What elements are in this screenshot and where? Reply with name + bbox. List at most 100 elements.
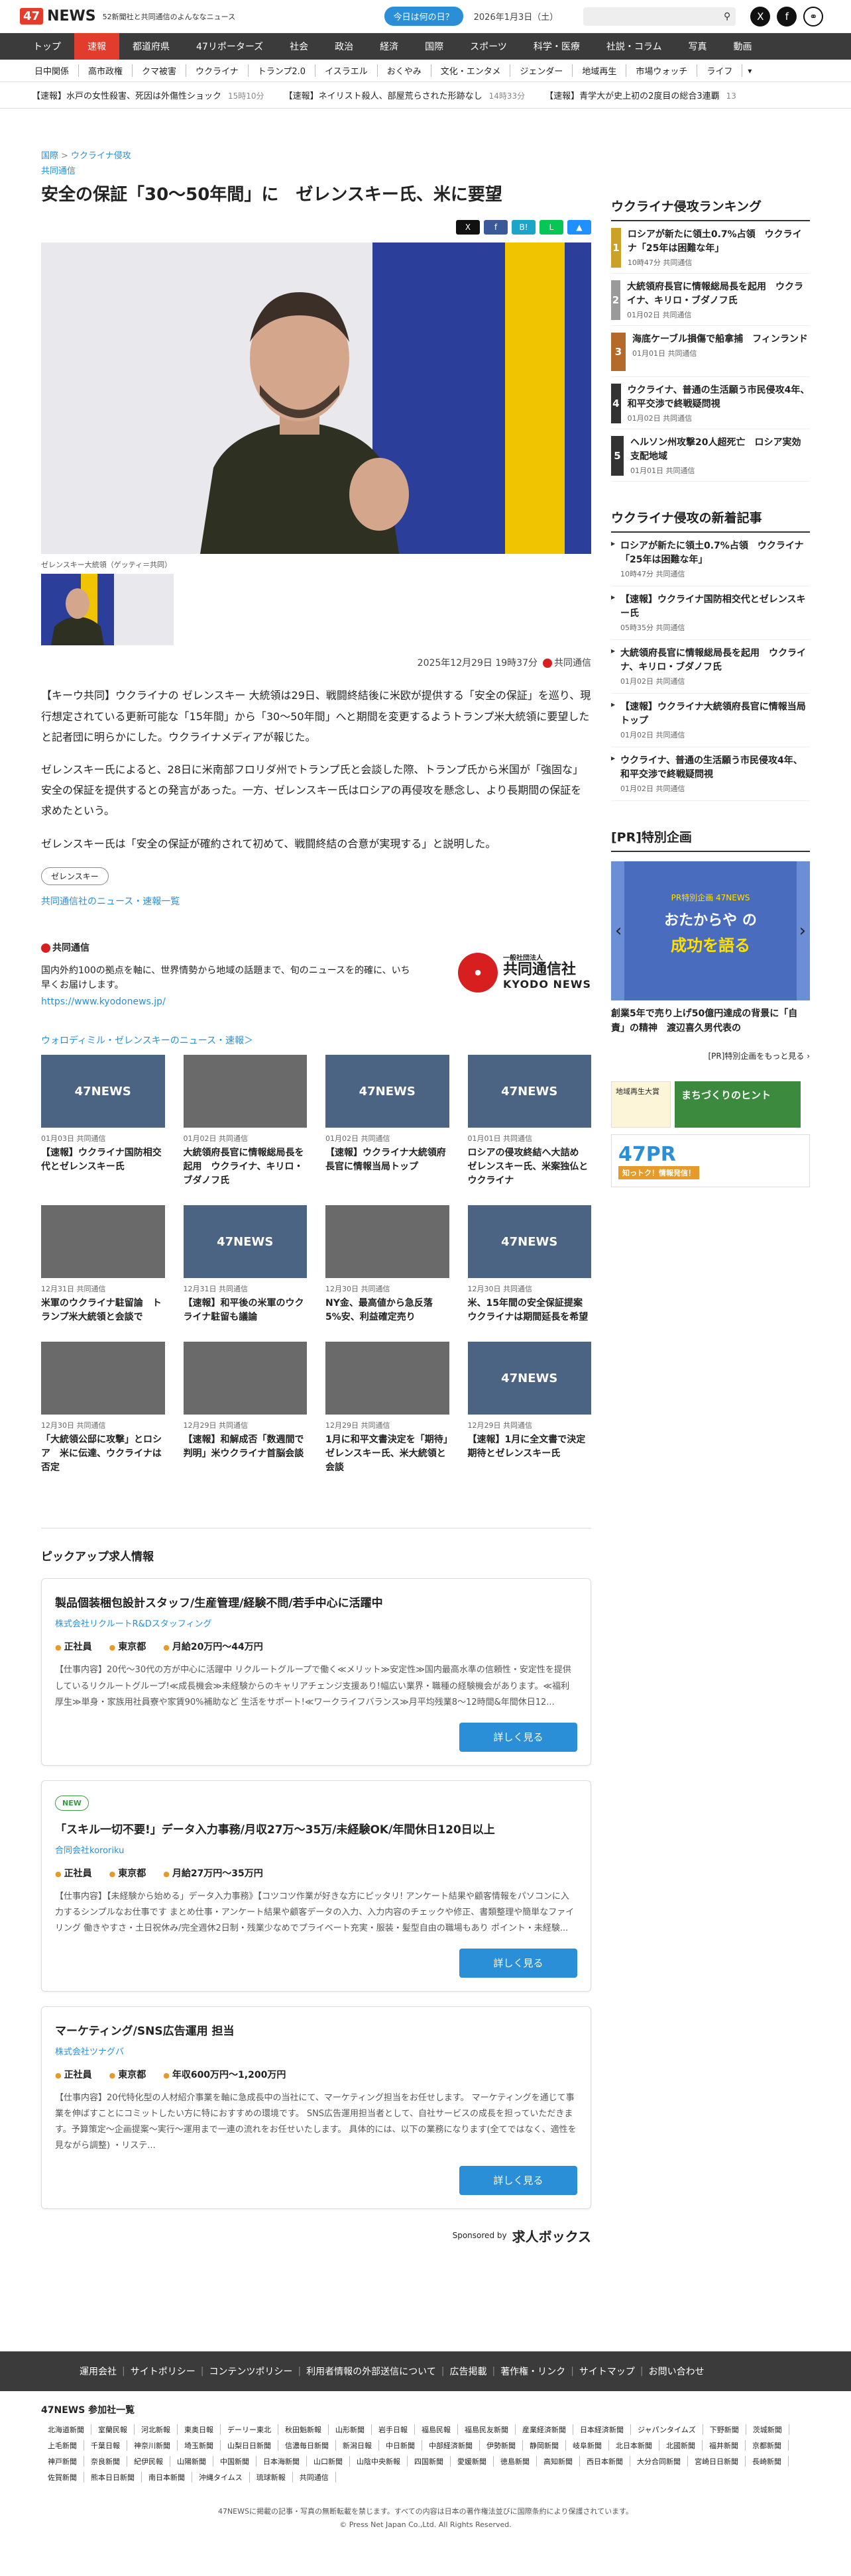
member-site-link[interactable]: 宮崎日日新聞 — [688, 2455, 746, 2467]
member-site-link[interactable]: 神奈川新聞 — [127, 2440, 178, 2451]
member-site-link[interactable]: 佐賀新聞 — [41, 2471, 84, 2483]
source-label[interactable]: 共同通信 — [41, 164, 591, 176]
footer-link[interactable]: サイトマップ — [579, 2365, 635, 2378]
related-thumbnail[interactable]: 47NEWS — [325, 1055, 449, 1128]
related-title[interactable]: NY金、最高値から急反落 5%安、利益確定売り — [325, 1297, 449, 1324]
kyodo-news-list-link[interactable]: 共同通信社のニュース・速報一覧 — [41, 894, 591, 908]
kyodo-url[interactable]: https://www.kyodonews.jp/ — [41, 996, 412, 1007]
search-icon[interactable]: ⚲ — [724, 11, 730, 22]
ad-47pr[interactable]: 47PR 知っトク！情報発信！ — [611, 1134, 810, 1188]
member-site-link[interactable]: 紀伊民報 — [127, 2455, 170, 2467]
ad-regional[interactable]: 地域再生大賞 まちづくりのヒント — [611, 1081, 810, 1128]
member-site-link[interactable]: 下野新聞 — [703, 2424, 746, 2435]
related-card[interactable]: 01月02日 共同通信 大統領府長官に情報総局長を起用 ウクライナ、キリロ・ブダノ… — [183, 1055, 308, 1188]
member-site-link[interactable]: 福島民友新聞 — [458, 2424, 516, 2435]
footer-link[interactable]: 運用会社 — [80, 2365, 117, 2378]
member-site-link[interactable]: ジャパンタイムズ — [631, 2424, 703, 2435]
latest-item[interactable]: 大統領府長官に情報総局長を起用 ウクライナ、キリロ・ブダノフ氏 01月02日 共同… — [611, 640, 810, 694]
chevron-right-icon[interactable]: › — [799, 921, 806, 941]
nav-item[interactable]: 47リポーターズ — [183, 33, 276, 60]
job-detail-button[interactable]: 詳しく見る — [459, 1722, 577, 1752]
site-logo[interactable]: 47 NEWS — [20, 8, 96, 25]
member-site-link[interactable]: 茨城新聞 — [746, 2424, 789, 2435]
ranking-item[interactable]: 3 海底ケーブル損傷で船拿捕 フィンランド 01月01日 共同通信 — [611, 333, 810, 377]
member-site-link[interactable]: 静岡新聞 — [523, 2440, 566, 2451]
subnav-item[interactable]: トランプ2.0 — [249, 64, 316, 77]
related-thumbnail[interactable]: 47NEWS — [467, 1055, 591, 1128]
member-site-link[interactable]: 上毛新聞 — [41, 2440, 84, 2451]
subnav-item[interactable]: 市場ウォッチ — [626, 64, 698, 77]
member-site-link[interactable]: 琉球新報 — [250, 2471, 293, 2483]
subnav-item[interactable]: おくやみ — [378, 64, 431, 77]
member-site-link[interactable]: 山梨日日新聞 — [221, 2440, 278, 2451]
latest-item[interactable]: 【速報】ウクライナ国防相交代とゼレンスキー氏 05時35分 共同通信 — [611, 586, 810, 640]
member-site-link[interactable]: 秋田魁新報 — [278, 2424, 329, 2435]
member-site-link[interactable]: 愛媛新聞 — [451, 2455, 494, 2467]
article-source[interactable]: 共同通信 — [543, 656, 591, 669]
globe-icon[interactable]: ⚭ — [803, 6, 824, 27]
footer-link[interactable]: サイトポリシー — [131, 2365, 196, 2378]
member-site-link[interactable]: 東奥日報 — [178, 2424, 221, 2435]
member-site-link[interactable]: 神戸新聞 — [41, 2455, 84, 2467]
member-site-link[interactable]: 北國新聞 — [659, 2440, 703, 2451]
latest-item[interactable]: ロシアが新たに領土0.7%占領 ウクライナ「25年は困難な年」 10時47分 共同… — [611, 533, 810, 586]
job-detail-button[interactable]: 詳しく見る — [459, 1948, 577, 1978]
latest-title[interactable]: ロシアが新たに領土0.7%占領 ウクライナ「25年は困難な年」 — [620, 539, 810, 567]
subnav-item[interactable]: ライフ — [697, 64, 743, 77]
ranking-item[interactable]: 5 ヘルソン州攻撃20人超死亡 ロシア実効支配地域 01月01日 共同通信 — [611, 436, 810, 482]
related-thumbnail[interactable] — [41, 1342, 165, 1415]
member-site-link[interactable]: 長崎新聞 — [746, 2455, 789, 2467]
related-title[interactable]: 大統領府長官に情報総局長を起用 ウクライナ、キリロ・ブダノフ氏 — [184, 1146, 308, 1188]
member-site-link[interactable]: 福島民報 — [415, 2424, 458, 2435]
pr-banner[interactable]: PR特別企画 47NEWS おたからや の 成功を語る ‹ › — [611, 861, 810, 1000]
job-company[interactable]: 合同会社kororiku — [55, 1843, 577, 1856]
related-title[interactable]: 米、15年間の安全保証提案 ウクライナは期間延長を希望 — [468, 1297, 592, 1324]
related-thumbnail[interactable] — [325, 1205, 449, 1279]
related-card[interactable]: 47NEWS 01月02日 共同通信 【速報】ウクライナ大統領府長官に情報当局トップ — [325, 1055, 449, 1188]
member-site-link[interactable]: 日本海新聞 — [256, 2455, 307, 2467]
member-site-link[interactable]: 高知新聞 — [537, 2455, 580, 2467]
job-title[interactable]: 「スキル一切不要!」データ入力事務/月収27万～35万/未経験OK/年間休日12… — [55, 1820, 577, 1837]
job-detail-button[interactable]: 詳しく見る — [459, 2165, 577, 2195]
member-site-link[interactable]: 山口新聞 — [307, 2455, 350, 2467]
related-card[interactable]: 47NEWS 01月01日 共同通信 ロシアの侵攻終結へ大詰め ゼレンスキー氏、米案… — [467, 1055, 592, 1188]
related-card[interactable]: 12月29日 共同通信 【速報】和解成否「数週間で判明」米ウクライナ首脳会談 — [183, 1342, 307, 1475]
nav-item[interactable]: スポーツ — [457, 33, 520, 60]
related-title[interactable]: 米軍のウクライナ駐留論 トランプ米大統領と会談で — [41, 1297, 165, 1324]
related-card[interactable]: 12月30日 共同通信 「大統領公邸に攻撃」とロシア 米に伝達、ウクライナは否定 — [41, 1342, 165, 1475]
related-thumbnail[interactable]: 47NEWS — [183, 1205, 307, 1279]
member-site-link[interactable]: 伊勢新聞 — [480, 2440, 523, 2451]
ticker-item[interactable]: 【速報】ネイリスト殺人、部屋荒らされた形跡なし 14時33分 — [284, 89, 526, 101]
photo-thumbnail-strip[interactable] — [41, 574, 174, 646]
today-button[interactable]: 今日は何の日？ — [384, 7, 463, 26]
share-facebook-icon[interactable]: f — [484, 220, 508, 235]
member-site-link[interactable]: 北海道新聞 — [41, 2424, 91, 2435]
nav-item[interactable]: 科学・医療 — [520, 33, 593, 60]
member-site-link[interactable]: 埼玉新聞 — [178, 2440, 221, 2451]
nav-item[interactable]: 政治 — [321, 33, 367, 60]
ticker-item[interactable]: 【速報】水戸の女性殺害、死因は外傷性ショック 15時10分 — [32, 89, 264, 101]
related-title[interactable]: 【速報】ウクライナ大統領府長官に情報当局トップ — [325, 1146, 449, 1174]
article-photo[interactable] — [41, 242, 591, 555]
member-site-link[interactable]: 北日本新聞 — [609, 2440, 659, 2451]
related-title[interactable]: ロシアの侵攻終結へ大詰め ゼレンスキー氏、米案独仏とウクライナ — [468, 1146, 592, 1188]
photo-thumbnail[interactable] — [41, 574, 114, 646]
subnav-item[interactable]: ウクライナ — [186, 64, 249, 77]
tag-zelensky[interactable]: ゼレンスキー — [41, 867, 109, 885]
nav-item[interactable]: 社会 — [276, 33, 321, 60]
member-site-link[interactable]: 新潟日報 — [336, 2440, 379, 2451]
ranking-item[interactable]: 2 大統領府長官に情報総局長を起用 ウクライナ、キリロ・ブダノフ氏 01月02日 共… — [611, 280, 810, 326]
ranking-title[interactable]: 大統領府長官に情報総局長を起用 ウクライナ、キリロ・ブダノフ氏 — [627, 280, 810, 308]
chevron-left-icon[interactable]: ‹ — [615, 921, 622, 941]
related-thumbnail[interactable]: 47NEWS — [41, 1055, 165, 1128]
subnav-item[interactable]: 高市政権 — [79, 64, 133, 77]
nav-item[interactable]: トップ — [20, 33, 74, 60]
member-site-link[interactable]: 千葉日報 — [84, 2440, 127, 2451]
member-site-link[interactable]: 沖縄タイムス — [192, 2471, 250, 2483]
ad-regional-hint[interactable]: まちづくりのヒント — [675, 1081, 801, 1128]
related-thumbnail[interactable]: 47NEWS — [467, 1342, 591, 1415]
ranking-item[interactable]: 4 ウクライナ、普通の生活願う市民侵攻4年、和平交渉で終戦疑問視 01月02日 共同… — [611, 384, 810, 429]
job-title[interactable]: 製品個装梱包設計スタッフ/生産管理/経験不問/若手中心に活躍中 — [55, 1593, 577, 1610]
sponsored-by[interactable]: Sponsored by 求人ボックス — [41, 2226, 591, 2245]
job-company[interactable]: 株式会社ツナグバ — [55, 2045, 577, 2057]
